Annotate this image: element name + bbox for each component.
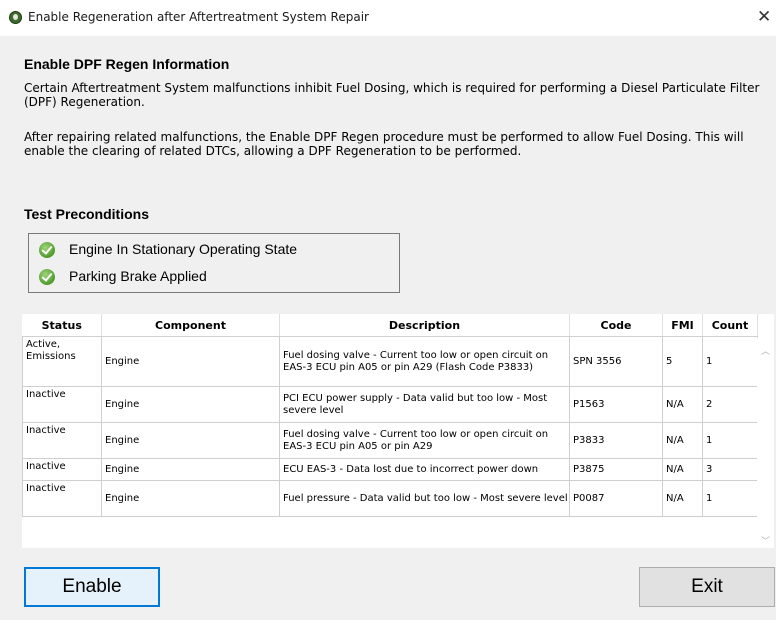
table-row[interactable]: Inactive Engine PCI ECU power supply - D… xyxy=(22,386,758,423)
fmi-cell: N/A xyxy=(662,480,703,517)
dialog-body: Enable DPF Regen Information Certain Aft… xyxy=(0,36,776,620)
component-cell: Engine xyxy=(101,336,280,387)
description-cell: Fuel dosing valve - Current too low or o… xyxy=(279,336,570,387)
fmi-cell: 5 xyxy=(662,336,703,387)
count-cell: 2 xyxy=(702,386,758,423)
description-cell: PCI ECU power supply - Data valid but to… xyxy=(279,386,570,423)
column-header-status[interactable]: Status xyxy=(22,314,102,337)
code-cell: P3833 xyxy=(569,422,663,459)
column-header-description[interactable]: Description xyxy=(279,314,570,337)
info-paragraph-1: Certain Aftertreatment System malfunctio… xyxy=(24,81,760,109)
fmi-cell: N/A xyxy=(662,386,703,423)
status-cell: Inactive xyxy=(22,386,102,423)
preconditions-heading: Test Preconditions xyxy=(24,206,149,222)
count-cell: 1 xyxy=(702,422,758,459)
description-cell: Fuel dosing valve - Current too low or o… xyxy=(279,422,570,459)
count-cell: 1 xyxy=(702,336,758,387)
column-header-code[interactable]: Code xyxy=(569,314,663,337)
table-row[interactable]: Inactive Engine Fuel pressure - Data val… xyxy=(22,480,758,517)
fmi-cell: N/A xyxy=(662,422,703,459)
component-cell: Engine xyxy=(101,386,280,423)
table-row[interactable]: Inactive Engine ECU EAS-3 - Data lost du… xyxy=(22,458,758,481)
precondition-label: Parking Brake Applied xyxy=(69,268,207,284)
close-icon[interactable]: ✕ xyxy=(757,7,771,27)
column-header-fmi[interactable]: FMI xyxy=(662,314,703,337)
code-cell: P3875 xyxy=(569,458,663,481)
green-check-icon xyxy=(39,269,55,285)
info-paragraph-2: After repairing related malfunctions, th… xyxy=(24,130,744,158)
app-logo-icon xyxy=(9,11,22,24)
info-heading: Enable DPF Regen Information xyxy=(24,56,230,72)
column-header-component[interactable]: Component xyxy=(101,314,280,337)
component-cell: Engine xyxy=(101,422,280,459)
window-title: Enable Regeneration after Aftertreatment… xyxy=(28,10,369,24)
exit-button[interactable]: Exit xyxy=(639,567,775,607)
code-cell: P1563 xyxy=(569,386,663,423)
count-cell: 3 xyxy=(702,458,758,481)
status-cell: Inactive xyxy=(22,458,102,481)
count-cell: 1 xyxy=(702,480,758,517)
component-cell: Engine xyxy=(101,480,280,517)
preconditions-list: Engine In Stationary Operating State Par… xyxy=(28,233,400,293)
title-bar: Enable Regeneration after Aftertreatment… xyxy=(0,0,776,36)
status-cell: Inactive xyxy=(22,422,102,459)
precondition-label: Engine In Stationary Operating State xyxy=(69,241,298,257)
enable-button[interactable]: Enable xyxy=(24,567,160,607)
code-cell: SPN 3556 xyxy=(569,336,663,387)
status-cell: Inactive xyxy=(22,480,102,517)
scroll-down-icon[interactable]: ﹀ xyxy=(761,534,770,547)
scroll-up-icon[interactable]: ︿ xyxy=(761,344,770,357)
fmi-cell: N/A xyxy=(662,458,703,481)
description-cell: Fuel pressure - Data valid but too low -… xyxy=(279,480,570,517)
table-row[interactable]: Inactive Engine Fuel dosing valve - Curr… xyxy=(22,422,758,459)
description-cell: ECU EAS-3 - Data lost due to incorrect p… xyxy=(279,458,570,481)
status-cell: Active, Emissions xyxy=(22,336,102,387)
green-check-icon xyxy=(39,242,55,258)
table-row[interactable]: Active, Emissions Engine Fuel dosing val… xyxy=(22,336,758,387)
column-header-count[interactable]: Count xyxy=(702,314,758,337)
component-cell: Engine xyxy=(101,458,280,481)
table-scrollbar[interactable]: ︿ ﹀ xyxy=(757,338,774,548)
code-cell: P0087 xyxy=(569,480,663,517)
dtc-table: Status Component Description Code FMI Co… xyxy=(22,314,774,548)
